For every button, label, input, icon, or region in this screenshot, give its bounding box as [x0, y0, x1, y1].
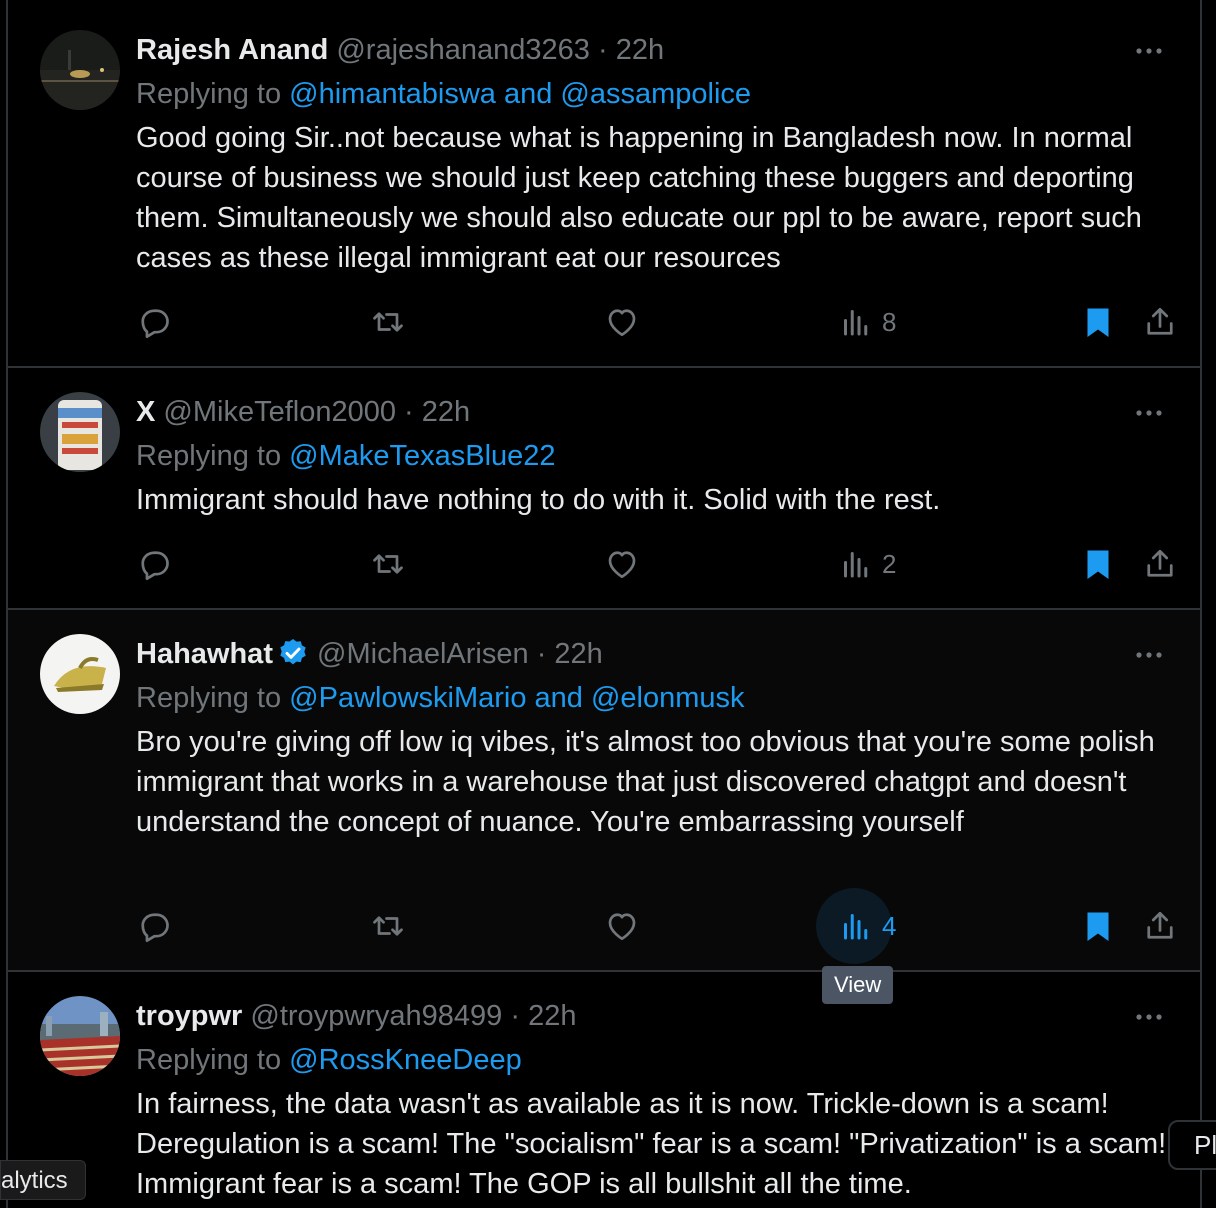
share-icon [1147, 307, 1173, 335]
separator-dot: · [598, 34, 608, 66]
tweet-text: Immigrant should have nothing to do with… [136, 484, 941, 516]
more-options-icon[interactable] [1132, 34, 1166, 68]
tweet-card[interactable]: Rajesh Anand @rajeshanand3263 · 22h Repl… [8, 0, 1200, 368]
reply-icon [141, 913, 169, 943]
analytics-icon [844, 914, 868, 940]
separator-dot: · [536, 638, 547, 670]
replying-to: Replying to @himantabiswa and @assampoli… [136, 76, 751, 112]
bookmark-icon [1087, 308, 1109, 337]
user-handle[interactable]: @MichaelArisen [317, 638, 529, 670]
tweet-card[interactable]: troypwr @troypwryah98499 · 22h Replying … [8, 972, 1200, 1208]
action-bar: 8 [136, 302, 1186, 342]
view-count: 4 [882, 910, 897, 941]
repost-button[interactable] [370, 544, 406, 584]
avatar[interactable] [40, 30, 120, 110]
tweet-text: In fairness, the data wasn't as availabl… [136, 1088, 1175, 1200]
repost-button[interactable] [370, 302, 406, 342]
repost-icon [373, 312, 403, 332]
view-count: 2 [882, 548, 897, 579]
tweet-card[interactable]: Hahawhat @MichaelArisen · 22h Replying t… [8, 610, 1200, 972]
replying-to: Replying to @PawlowskiMario and @elonmus… [136, 680, 745, 716]
more-options-icon[interactable] [1132, 638, 1166, 672]
view-count: 8 [882, 306, 897, 337]
display-name[interactable]: X [136, 396, 155, 428]
analytics-side-tab[interactable]: alytics [0, 1160, 86, 1200]
reply-button[interactable] [136, 302, 172, 342]
avatar[interactable] [40, 634, 120, 714]
replying-to: Replying to @MakeTexasBlue22 [136, 438, 556, 474]
bookmark-icon [1087, 550, 1109, 579]
reply-feed: Rajesh Anand @rajeshanand3263 · 22h Repl… [6, 0, 1202, 1208]
like-button[interactable] [604, 906, 640, 946]
avatar[interactable] [40, 392, 120, 472]
tweet-text: Good going Sir..not because what is happ… [136, 122, 1142, 274]
share-button[interactable] [1142, 302, 1178, 342]
replying-prefix: Replying to [136, 682, 282, 714]
replying-links[interactable]: @himantabiswa and @assampolice [289, 78, 751, 110]
share-icon [1147, 911, 1173, 939]
tweet-text: Bro you're giving off low iq vibes, it's… [136, 726, 1155, 838]
bookmark-button[interactable] [1080, 302, 1116, 342]
user-handle[interactable]: @MikeTeflon2000 [163, 396, 396, 428]
reply-button[interactable] [136, 906, 172, 946]
user-handle[interactable]: @troypwryah98499 [250, 1000, 502, 1032]
replying-links[interactable]: @PawlowskiMario and @elonmusk [289, 682, 744, 714]
separator-dot: · [404, 396, 414, 428]
reply-icon [141, 309, 169, 339]
heart-icon [608, 551, 636, 579]
separator-dot: · [510, 1000, 521, 1032]
view-tooltip: View [822, 966, 894, 1004]
reply-button[interactable] [136, 544, 172, 584]
bookmark-button[interactable] [1080, 544, 1116, 584]
like-button[interactable] [604, 544, 640, 584]
display-name[interactable]: troypwr [136, 1000, 242, 1032]
replying-links[interactable]: @MakeTexasBlue22 [289, 440, 555, 472]
share-button[interactable] [1142, 906, 1178, 946]
bookmark-icon [1087, 912, 1109, 941]
share-icon [1147, 549, 1173, 577]
share-button[interactable] [1142, 544, 1178, 584]
action-bar: 2 [136, 544, 1186, 584]
replying-prefix: Replying to [136, 440, 282, 472]
replying-prefix: Replying to [136, 78, 282, 110]
user-handle[interactable]: @rajeshanand3263 [336, 34, 590, 66]
bookmark-button[interactable] [1080, 906, 1116, 946]
timestamp[interactable]: 22h [616, 34, 664, 66]
side-panel-button[interactable]: Pl [1168, 1120, 1216, 1170]
replying-prefix: Replying to [136, 1044, 282, 1076]
display-name[interactable]: Hahawhat [136, 638, 273, 670]
action-bar: 4 [136, 888, 1186, 964]
timestamp[interactable]: 22h [422, 396, 470, 428]
repost-button[interactable] [370, 906, 406, 946]
replying-links[interactable]: @RossKneeDeep [289, 1044, 522, 1076]
tweet-card[interactable]: X @MikeTeflon2000 · 22h Replying to @Mak… [8, 368, 1200, 610]
more-options-icon[interactable] [1132, 1000, 1166, 1034]
timestamp[interactable]: 22h [528, 1000, 576, 1032]
analytics-icon [844, 552, 868, 578]
repost-icon [373, 554, 403, 574]
views-button[interactable]: 2 [838, 544, 896, 584]
heart-icon [608, 309, 636, 337]
verified-badge-icon[interactable] [277, 637, 309, 669]
repost-icon [373, 916, 403, 936]
views-button[interactable]: 8 [838, 302, 896, 342]
display-name[interactable]: Rajesh Anand [136, 34, 328, 66]
timestamp[interactable]: 22h [554, 638, 602, 670]
avatar[interactable] [40, 996, 120, 1076]
analytics-icon [844, 310, 868, 336]
reply-icon [141, 551, 169, 581]
replying-to: Replying to @RossKneeDeep [136, 1042, 522, 1078]
more-options-icon[interactable] [1132, 396, 1166, 430]
views-button[interactable]: 4 [816, 888, 897, 964]
heart-icon [608, 913, 636, 941]
like-button[interactable] [604, 302, 640, 342]
